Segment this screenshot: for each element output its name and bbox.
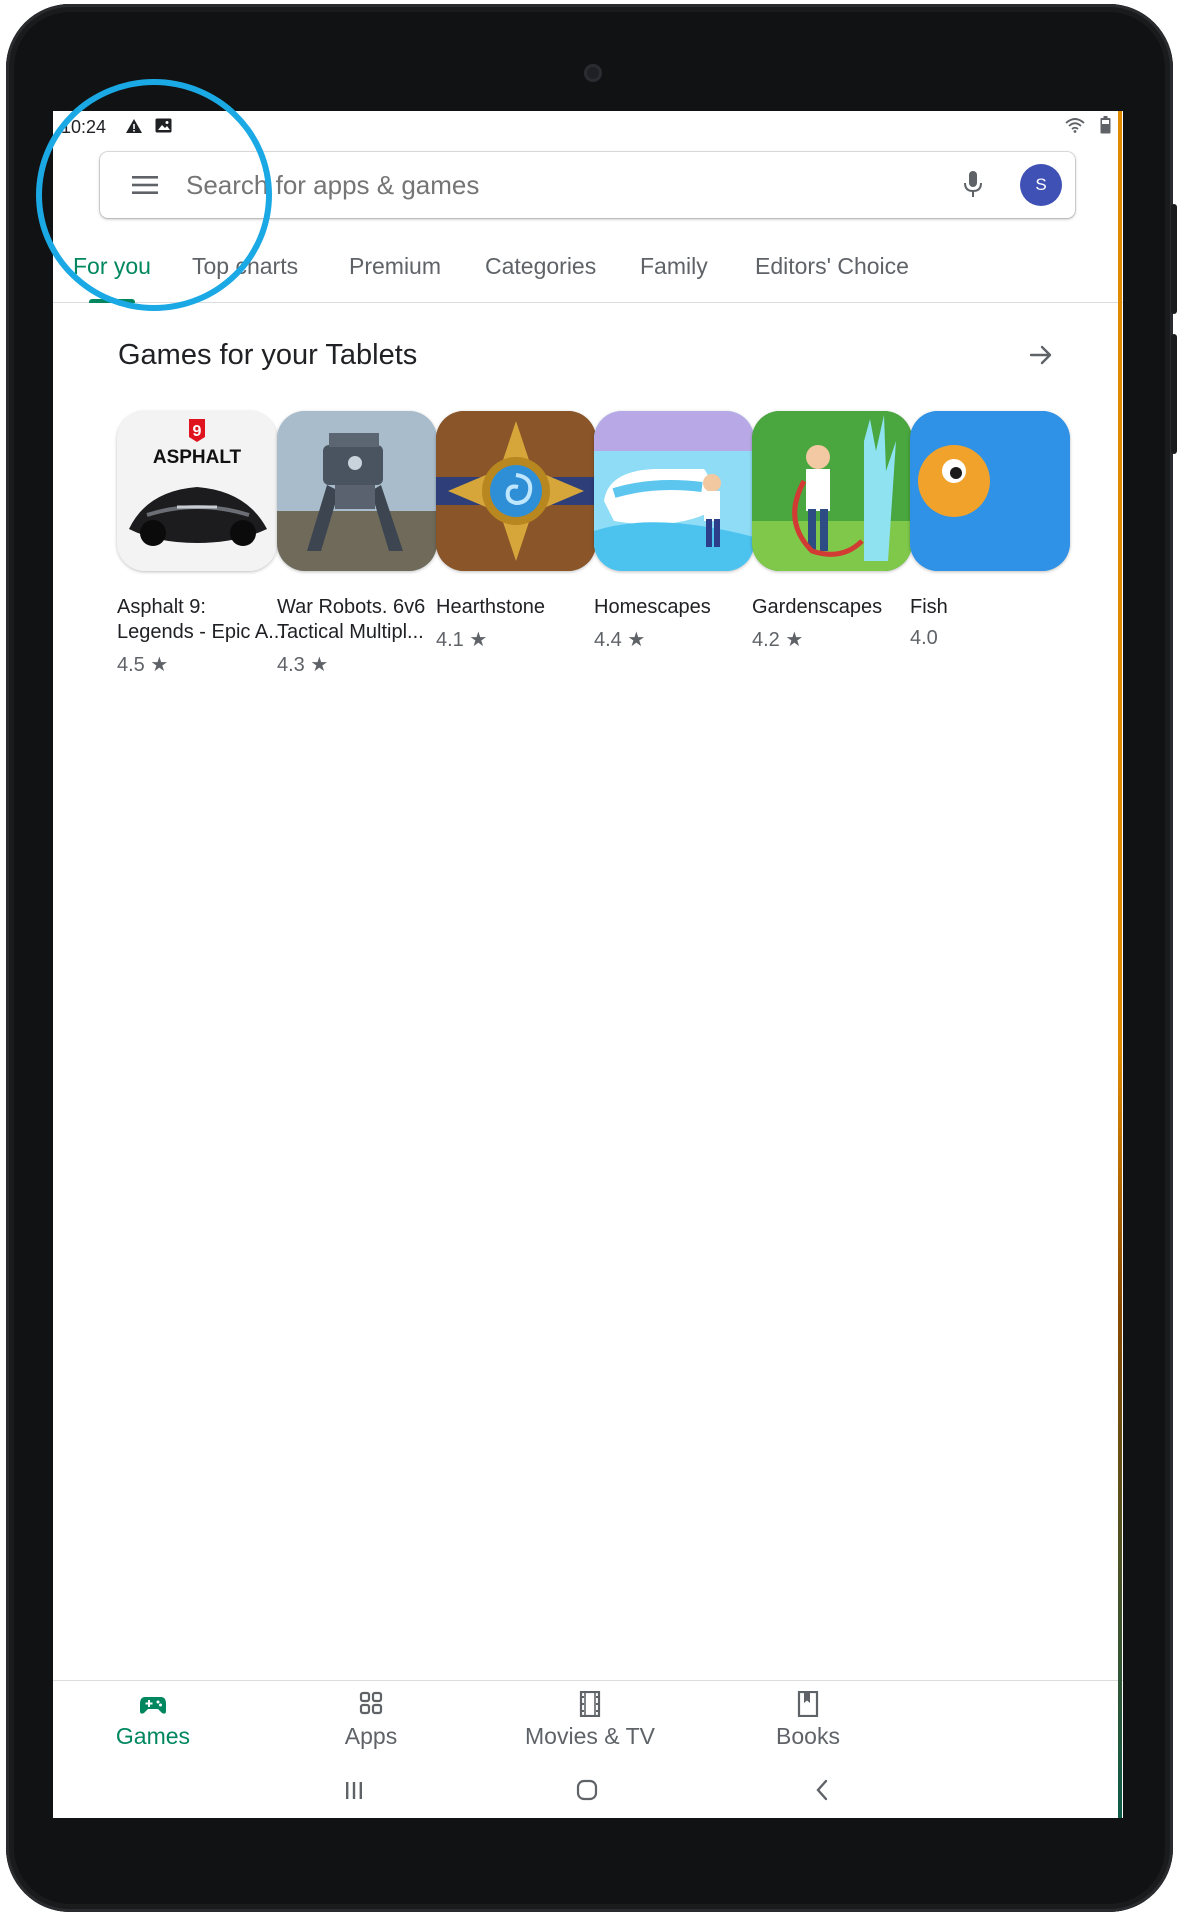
section-title: Games for your Tablets [118,339,418,371]
asphalt-icon: 9 ASPHALT [117,411,277,571]
svg-text:ASPHALT: ASPHALT [153,447,242,468]
tab-family[interactable]: Family [640,253,708,280]
film-icon [579,1691,601,1717]
hearthstone-icon [436,411,596,571]
front-camera [584,64,602,82]
app-name-line: Legends - Epic A... [117,621,285,643]
active-tab-indicator [89,299,135,303]
fish-icon [910,411,1070,571]
war-robots-icon [277,411,437,571]
account-avatar[interactable]: S [1020,164,1062,206]
app-name: Fish [910,595,1085,620]
nav-label-movies-tv: Movies & TV [525,1723,655,1749]
tab-editors-choice[interactable]: Editors' Choice [755,253,909,280]
app-name-line: War Robots. 6v6 [277,596,426,618]
volume-button [1171,204,1177,314]
gamepad-icon [140,1697,166,1714]
app-name: Hearthstone [436,595,611,620]
nav-apps[interactable]: Apps [271,1681,471,1763]
recent-apps-icon[interactable] [340,1776,368,1804]
nav-games[interactable]: Games [53,1681,253,1763]
system-navigation-bar [53,1762,1123,1818]
screen: 10:24 Search for apps & games S For you … [53,111,1123,1818]
power-button [1171,334,1177,454]
bottom-navigation: Games Apps Movies & TV Books [53,1680,1123,1762]
search-input[interactable] [186,164,886,206]
app-name-line: Homescapes [594,596,711,618]
back-icon[interactable] [809,1776,837,1804]
apps-grid-icon [359,1691,383,1715]
app-name-line: Gardenscapes [752,596,883,618]
search-bar[interactable]: S [100,152,1075,218]
app-rating: 4.3 ★ [277,654,329,676]
nav-label-books: Books [776,1723,840,1749]
tab-top-charts[interactable]: Top charts [192,253,298,280]
app-name: Gardenscapes [752,595,927,620]
screen-edge-glow [1118,111,1122,1818]
battery-icon [1100,116,1111,134]
app-name-line: Fish [910,596,948,618]
nav-label-apps: Apps [344,1723,398,1749]
microphone-icon[interactable] [962,170,984,200]
app-name: Homescapes [594,595,769,620]
wifi-icon [1065,118,1085,133]
app-name-line: Hearthstone [436,596,545,618]
home-icon[interactable] [573,1776,601,1804]
nav-label-games: Games [115,1723,191,1749]
app-name-line: Asphalt 9: [117,596,206,618]
status-bar: 10:24 [53,111,1123,143]
homescapes-icon [594,411,754,571]
app-rating: 4.0 [910,627,938,649]
image-notification-icon [155,118,172,133]
nav-books[interactable]: Books [708,1681,908,1763]
app-name: War Robots. 6v6 Tactical Multipl... [277,595,452,645]
warning-icon [126,119,142,133]
app-name-line: Tactical Multipl... [277,621,424,643]
nav-movies-tv[interactable]: Movies & TV [490,1681,690,1763]
app-name: Asphalt 9: Legends - Epic A... [117,595,292,645]
tab-premium[interactable]: Premium [349,253,441,280]
arrow-right-icon[interactable] [1028,342,1054,368]
status-time: 10:24 [61,117,107,137]
gardenscapes-icon [752,411,912,571]
tab-categories[interactable]: Categories [485,253,596,280]
hamburger-menu-icon[interactable] [132,175,158,195]
app-card-fish[interactable]: Fish 4.0 [910,411,1100,650]
bookmark-icon [797,1691,819,1717]
category-tabs: For you Top charts Premium Categories Fa… [53,233,1123,303]
tab-for-you[interactable]: For you [73,253,151,280]
svg-text:9: 9 [193,423,202,440]
